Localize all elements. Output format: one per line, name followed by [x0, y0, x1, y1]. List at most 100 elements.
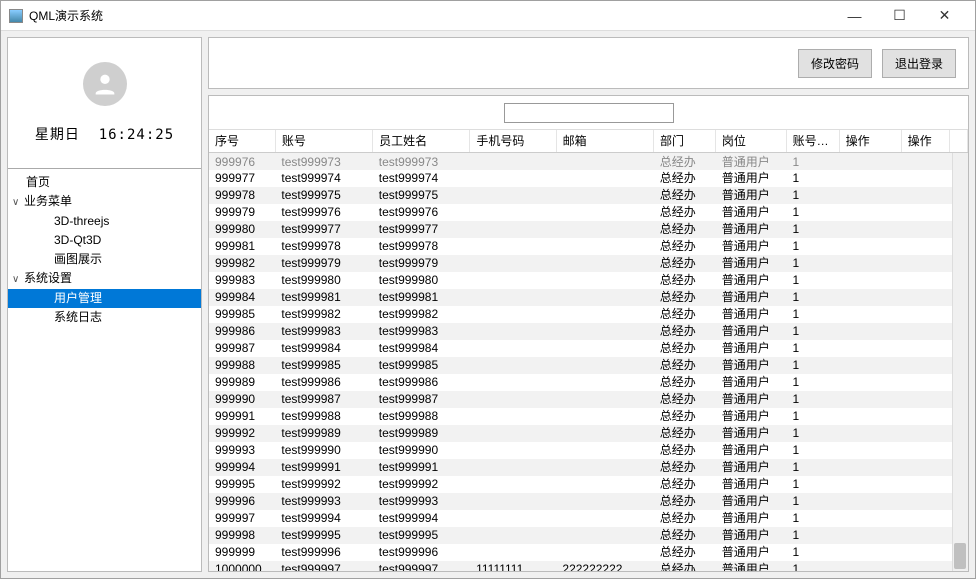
- cell-post: 普通用户: [716, 510, 787, 527]
- cell-status: 1: [787, 459, 840, 476]
- cell-mobile: [470, 272, 556, 289]
- cell-email: [556, 204, 653, 221]
- nav-user-management[interactable]: 用户管理: [8, 289, 201, 308]
- table-row[interactable]: 999976 test999973 test999973 总经办 普通用户 1: [209, 153, 968, 170]
- cell-mobile: [470, 306, 556, 323]
- cell-dept: 总经办: [654, 289, 716, 306]
- table-row[interactable]: 999993test999990test999990总经办普通用户1: [209, 442, 968, 459]
- table-row[interactable]: 999996test999993test999993总经办普通用户1: [209, 493, 968, 510]
- col-account[interactable]: 账号: [275, 130, 372, 153]
- cell-post: 普通用户: [716, 544, 787, 561]
- col-mobile[interactable]: 手机号码: [470, 130, 556, 153]
- cell-status: 1: [787, 493, 840, 510]
- cell-account: test999979: [275, 255, 372, 272]
- table-row[interactable]: 999997test999994test999994总经办普通用户1: [209, 510, 968, 527]
- table-row[interactable]: 999991test999988test999988总经办普通用户1: [209, 408, 968, 425]
- cell-post: 普通用户: [716, 170, 787, 187]
- table-row[interactable]: 1000000test999997test9999971111111122222…: [209, 561, 968, 571]
- table-row[interactable]: 999986test999983test999983总经办普通用户1: [209, 323, 968, 340]
- col-op1[interactable]: 操作: [839, 130, 901, 153]
- nav-business[interactable]: 业务菜单: [8, 192, 201, 212]
- table-row[interactable]: 999990test999987test999987总经办普通用户1: [209, 391, 968, 408]
- cell-seq: 999998: [209, 527, 275, 544]
- table-row[interactable]: 999987test999984test999984总经办普通用户1: [209, 340, 968, 357]
- table-row[interactable]: 999998test999995test999995总经办普通用户1: [209, 527, 968, 544]
- table-row[interactable]: 999985test999982test999982总经办普通用户1: [209, 306, 968, 323]
- cell-seq: 999981: [209, 238, 275, 255]
- table-row[interactable]: 999981test999978test999978总经办普通用户1: [209, 238, 968, 255]
- cell-account: test999974: [275, 170, 372, 187]
- cell-email: [556, 476, 653, 493]
- col-op2[interactable]: 操作: [901, 130, 950, 153]
- table-row[interactable]: 999992test999989test999989总经办普通用户1: [209, 425, 968, 442]
- table-row[interactable]: 999995test999992test999992总经办普通用户1: [209, 476, 968, 493]
- cell-seq: 999987: [209, 340, 275, 357]
- cell-post: 普通用户: [716, 561, 787, 571]
- cell-account: test999988: [275, 408, 372, 425]
- nav-settings[interactable]: 系统设置: [8, 269, 201, 289]
- nav-system-log[interactable]: 系统日志: [8, 308, 201, 327]
- table-row[interactable]: 999979test999976test999976总经办普通用户1: [209, 204, 968, 221]
- table-row[interactable]: 999999test999996test999996总经办普通用户1: [209, 544, 968, 561]
- col-post[interactable]: 岗位: [715, 130, 786, 153]
- cell-dept: 总经办: [654, 510, 716, 527]
- table-row[interactable]: 999980test999977test999977总经办普通用户1: [209, 221, 968, 238]
- cell-mobile: [470, 425, 556, 442]
- cell-status: 1: [787, 255, 840, 272]
- logout-button[interactable]: 退出登录: [882, 49, 956, 78]
- cell-mobile: [470, 391, 556, 408]
- cell-dept: 总经办: [654, 391, 716, 408]
- close-button[interactable]: ✕: [922, 7, 967, 24]
- vertical-scrollbar[interactable]: [952, 153, 968, 571]
- search-input[interactable]: [504, 103, 674, 123]
- cell-mobile: [470, 510, 556, 527]
- col-dept[interactable]: 部门: [653, 130, 715, 153]
- cell-dept: 总经办: [654, 442, 716, 459]
- nav-drawing[interactable]: 画图展示: [8, 250, 201, 269]
- nav-home[interactable]: 首页: [8, 173, 201, 192]
- cell-status: 1: [787, 272, 840, 289]
- cell-dept: 总经办: [654, 255, 716, 272]
- table-row[interactable]: 999982test999979test999979总经办普通用户1: [209, 255, 968, 272]
- cell-email: [556, 323, 653, 340]
- cell-seq: 999985: [209, 306, 275, 323]
- col-email[interactable]: 邮箱: [556, 130, 653, 153]
- cell-seq: 999994: [209, 459, 275, 476]
- cell-post: 普通用户: [716, 374, 787, 391]
- table-row[interactable]: 999994test999991test999991总经办普通用户1: [209, 459, 968, 476]
- col-status[interactable]: 账号状态: [786, 130, 839, 153]
- table-row[interactable]: 999978test999975test999975总经办普通用户1: [209, 187, 968, 204]
- cell-dept: 总经办: [654, 357, 716, 374]
- maximize-button[interactable]: ☐: [877, 7, 922, 24]
- cell-account: test999987: [275, 391, 372, 408]
- col-name[interactable]: 员工姓名: [373, 130, 470, 153]
- table-row[interactable]: 999983test999980test999980总经办普通用户1: [209, 272, 968, 289]
- cell-post: 普通用户: [716, 204, 787, 221]
- cell-name: test999986: [373, 374, 470, 391]
- cell-seq: 999983: [209, 272, 275, 289]
- cell-post: 普通用户: [716, 272, 787, 289]
- nav-3d-qt3d[interactable]: 3D-Qt3D: [8, 231, 201, 250]
- change-password-button[interactable]: 修改密码: [798, 49, 872, 78]
- col-seq[interactable]: 序号: [209, 130, 275, 153]
- nav-tree: 首页 业务菜单 3D-threejs 3D-Qt3D 画图展示 系统设置 用户管…: [8, 168, 201, 327]
- scrollbar-thumb[interactable]: [954, 543, 966, 569]
- cell-email: [556, 459, 653, 476]
- cell-status: 1: [787, 357, 840, 374]
- cell-status: 1: [787, 204, 840, 221]
- table-row[interactable]: 999984test999981test999981总经办普通用户1: [209, 289, 968, 306]
- table-row[interactable]: 999977test999974test999974总经办普通用户1: [209, 170, 968, 187]
- cell-email: [556, 544, 653, 561]
- table-row[interactable]: 999988test999985test999985总经办普通用户1: [209, 357, 968, 374]
- cell-seq: 999980: [209, 221, 275, 238]
- cell-dept: 总经办: [654, 374, 716, 391]
- cell-name: test999995: [373, 527, 470, 544]
- nav-3d-threejs[interactable]: 3D-threejs: [8, 212, 201, 231]
- cell-name: test999993: [373, 493, 470, 510]
- cell-account: test999991: [275, 459, 372, 476]
- minimize-button[interactable]: —: [832, 8, 877, 24]
- table-row[interactable]: 999989test999986test999986总经办普通用户1: [209, 374, 968, 391]
- cell-post: 普通用户: [716, 527, 787, 544]
- cell-mobile: [470, 493, 556, 510]
- cell-account: test999989: [275, 425, 372, 442]
